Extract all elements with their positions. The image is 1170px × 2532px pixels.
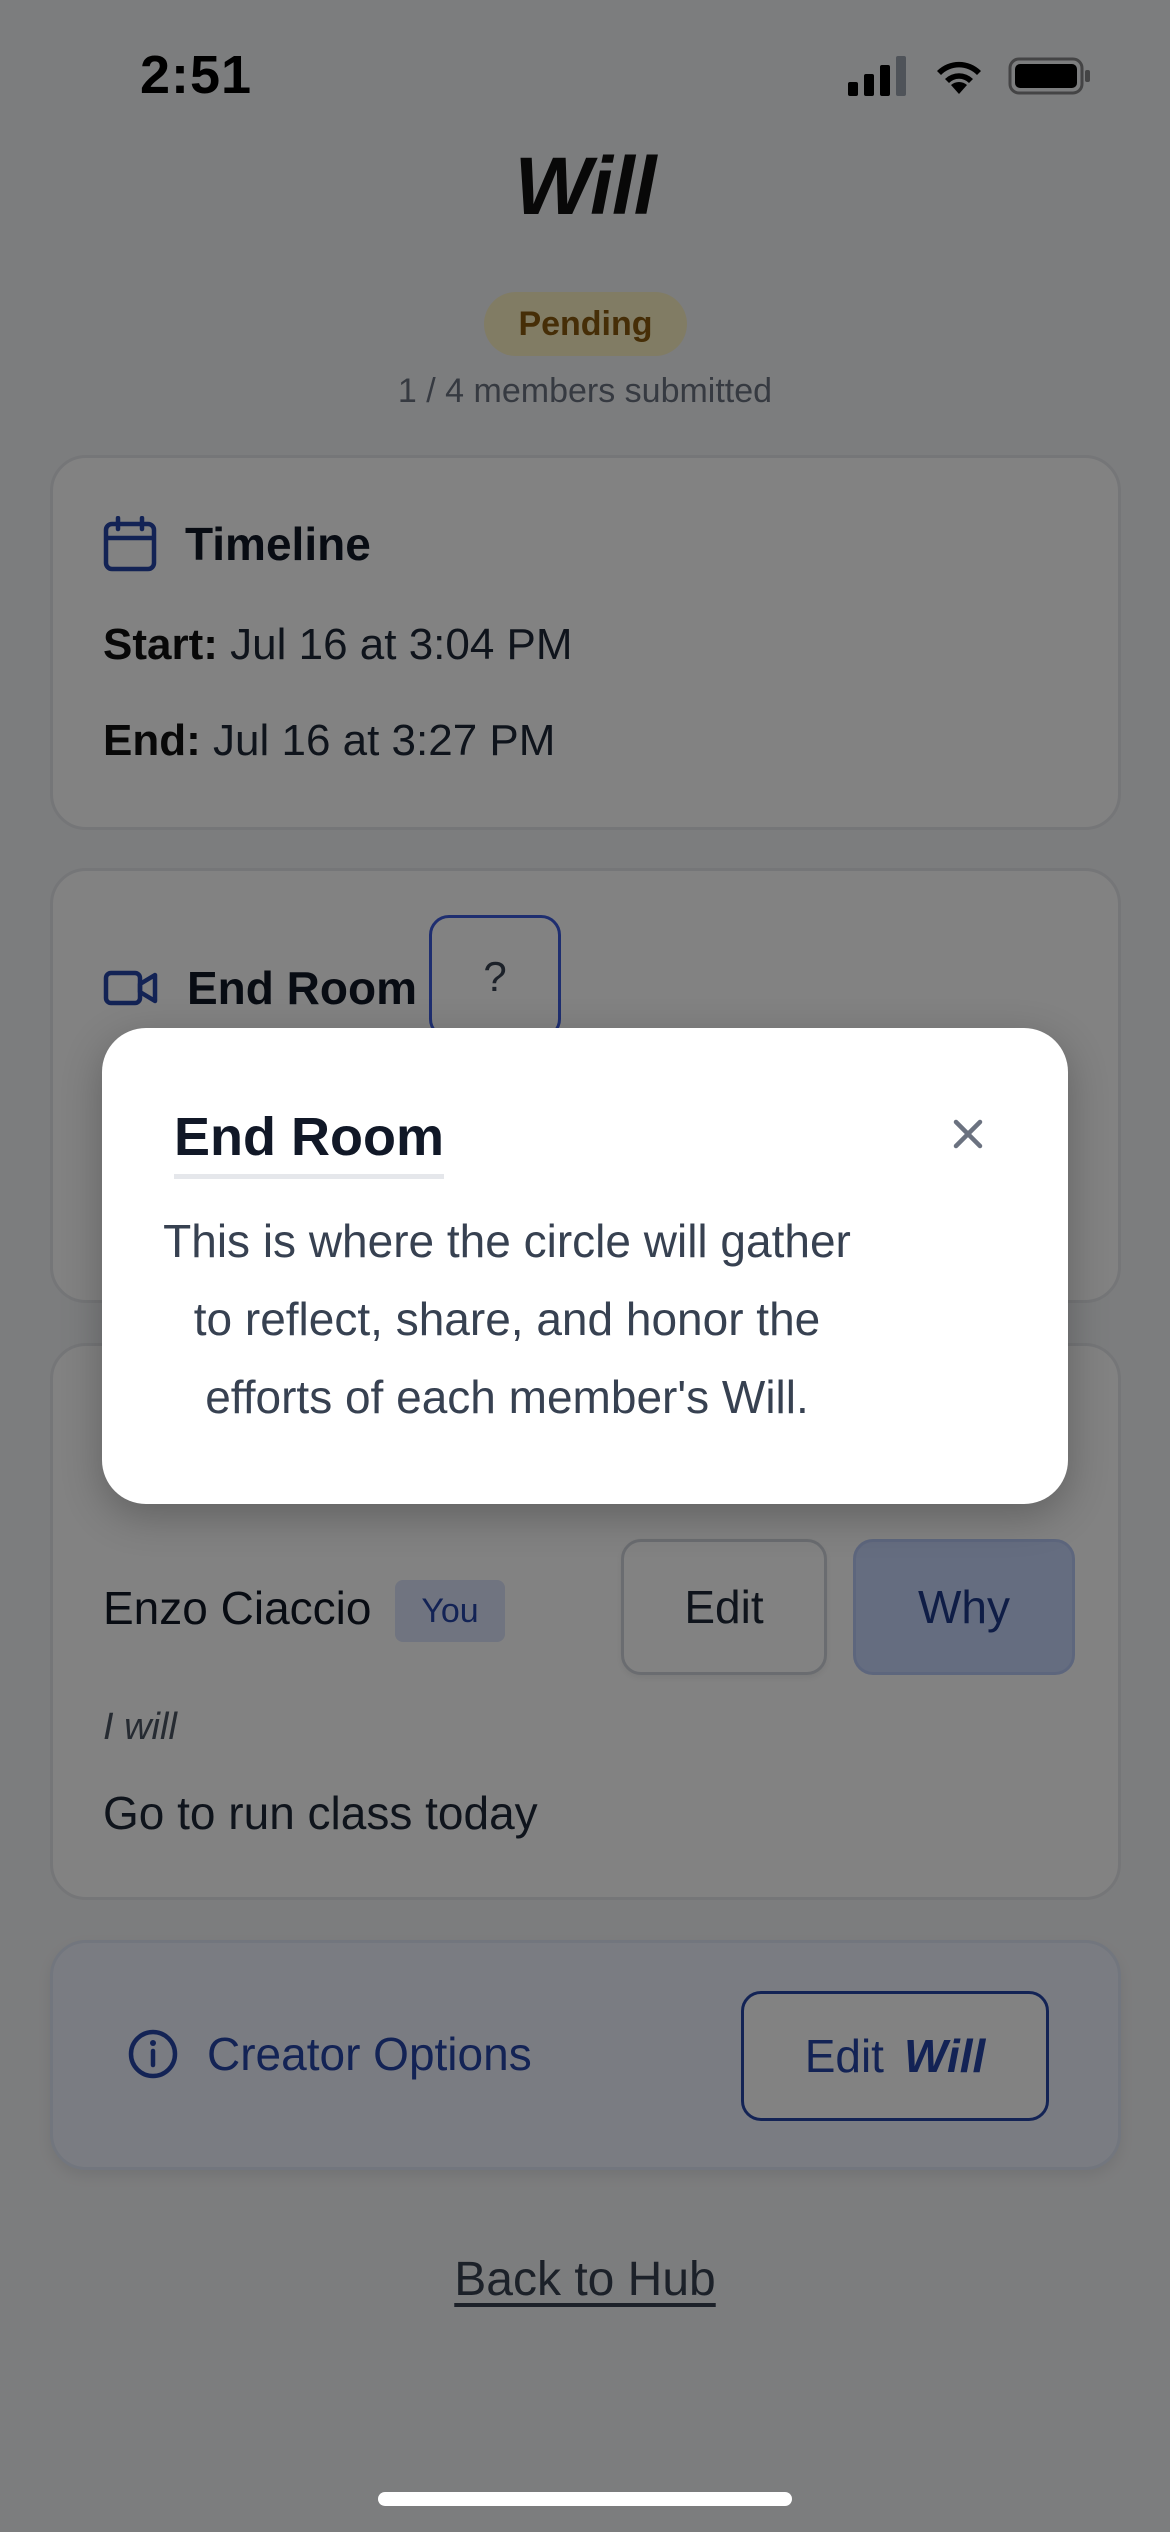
modal-title: End Room [174, 1106, 444, 1179]
end-room-info-modal: End Room This is where the circle will g… [102, 1028, 1068, 1504]
close-icon[interactable] [942, 1108, 994, 1160]
home-indicator [378, 2492, 792, 2506]
will-detail-screen: 2:51 Will Pending 1 / 4 members submitte… [0, 0, 1170, 2532]
modal-body: This is where the circle will gather to … [163, 1215, 851, 1423]
